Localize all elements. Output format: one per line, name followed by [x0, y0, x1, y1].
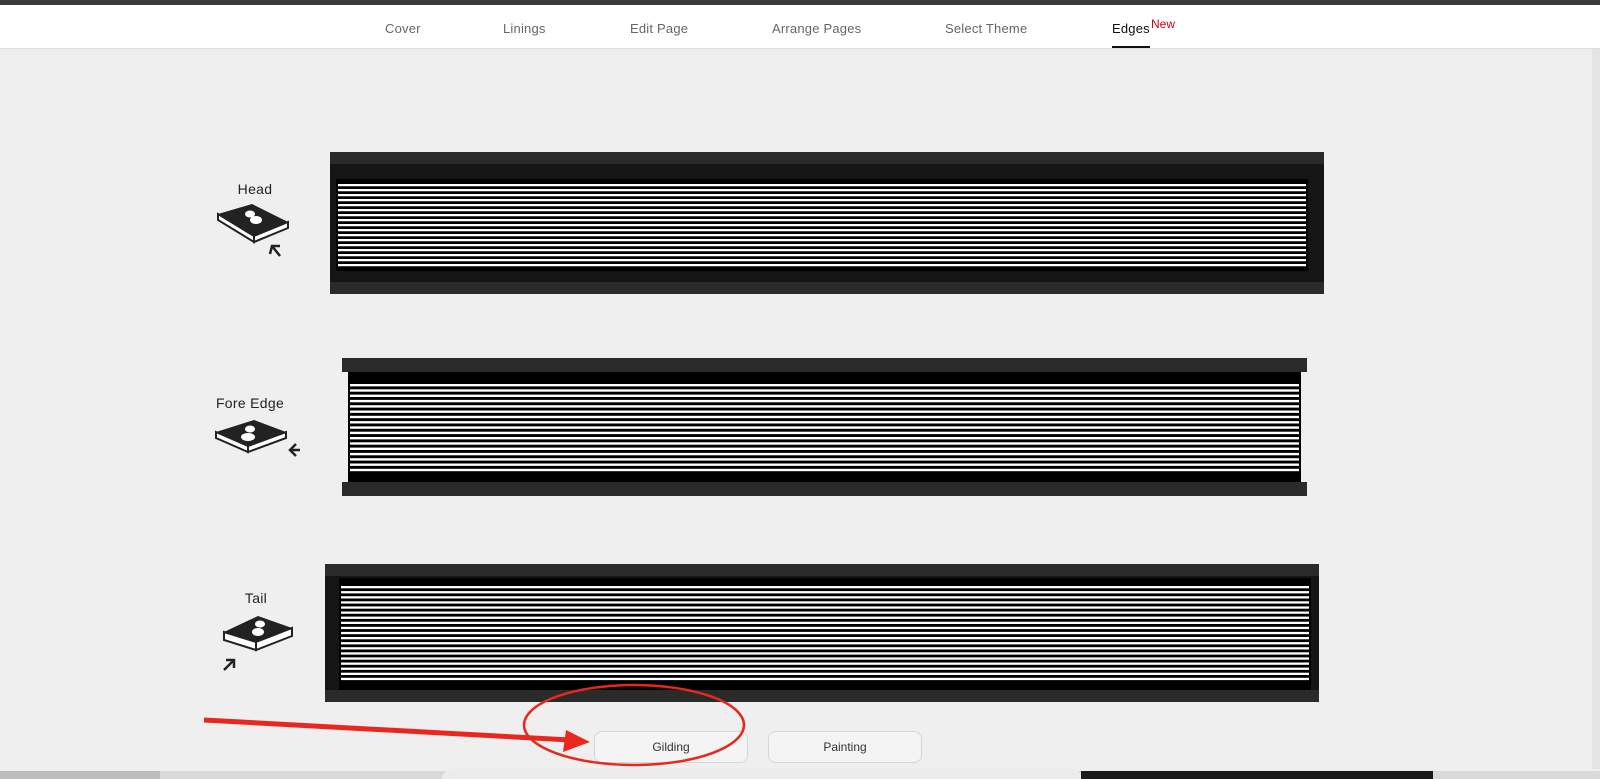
page-edge-line [341, 631, 1309, 635]
book-tail-icon [214, 610, 304, 680]
annotation-arrow-head [563, 730, 590, 752]
book-head-preview [330, 152, 1324, 294]
page-edge-line [338, 229, 1306, 232]
page-edge-line [341, 621, 1309, 624]
bottom-taskbar-left [0, 771, 160, 779]
page-edge-line [341, 596, 1309, 599]
page-edge-line [338, 204, 1306, 207]
page-edge-line [341, 611, 1309, 614]
page-edge-line [341, 626, 1309, 630]
page-edge-line [341, 591, 1309, 594]
page-edge-line [350, 405, 1299, 408]
page-edge-line [350, 431, 1299, 435]
edge-label-head: Head [237, 181, 273, 197]
gilding-button[interactable]: Gilding [594, 731, 748, 763]
page-edge-line [341, 606, 1309, 609]
page-edge-line [350, 463, 1299, 466]
tab-edit-page[interactable]: Edit Page [630, 21, 688, 36]
page-edge-line [338, 254, 1306, 257]
book-fore-edge-icon [210, 414, 302, 484]
page-edge-line [338, 244, 1306, 247]
page-edge-line [338, 264, 1306, 267]
page-edge-line [338, 189, 1306, 192]
page-edge-line [350, 410, 1299, 413]
bottom-taskbar-right [1081, 771, 1433, 779]
page-edge-line [341, 672, 1309, 675]
painting-button[interactable]: Painting [768, 731, 922, 763]
page-edge-line [350, 447, 1299, 450]
page-edge-line [338, 239, 1306, 242]
tab-cover[interactable]: Cover [385, 21, 421, 36]
page-edge-line [341, 667, 1309, 670]
tab-select-theme[interactable]: Select Theme [945, 21, 1027, 36]
page-edge-line [341, 637, 1309, 640]
page-edge-line [338, 224, 1306, 227]
book-fore-edge-preview [342, 358, 1307, 496]
page-edge-line [350, 399, 1299, 403]
page-edge-line [341, 642, 1309, 645]
page-edge-line [350, 452, 1299, 456]
page-edge-line [350, 421, 1299, 424]
page-edge-line [341, 586, 1309, 589]
page-edge-line [350, 394, 1299, 397]
page-edge-line [341, 677, 1309, 681]
book-head-icon [212, 200, 302, 270]
page-edge-line [350, 442, 1299, 445]
tab-arrange-pages[interactable]: Arrange Pages [772, 21, 861, 36]
bottom-taskbar-center [442, 769, 1082, 779]
edge-label-tail: Tail [244, 590, 268, 606]
tab-linings[interactable]: Linings [503, 21, 546, 36]
page-edge-line [338, 234, 1306, 237]
book-tail-preview [325, 564, 1319, 702]
page-edge-line [338, 214, 1306, 217]
page-edge-line [338, 259, 1306, 262]
page-edge-line [338, 249, 1306, 252]
page-edge-line [341, 601, 1309, 604]
page-edge-line [338, 209, 1306, 212]
edge-label-fore-edge: Fore Edge [215, 395, 285, 411]
page-edge-line [338, 194, 1306, 197]
top-navigation: Cover Linings Edit Page Arrange Pages Se… [0, 5, 1600, 49]
vertical-scrollbar[interactable] [1592, 49, 1600, 769]
page-edge-line [350, 426, 1299, 429]
annotation-arrow-line [203, 717, 571, 743]
page-edge-line [338, 184, 1306, 187]
page-edge-line [341, 647, 1309, 650]
page-edge-line [350, 389, 1299, 392]
tab-edges[interactable]: Edges [1112, 21, 1150, 48]
page-edge-line [341, 657, 1309, 660]
page-edge-line [338, 199, 1306, 202]
page-edge-line [350, 384, 1299, 387]
page-edge-line [350, 437, 1299, 440]
page-edge-line [350, 468, 1299, 472]
page-edge-line [341, 616, 1309, 619]
page-edge-line [338, 219, 1306, 222]
page-edge-line [350, 415, 1299, 419]
page-edge-line [341, 652, 1309, 655]
new-badge: New [1151, 17, 1176, 31]
page-edge-line [350, 458, 1299, 461]
page-edge-line [341, 662, 1309, 665]
